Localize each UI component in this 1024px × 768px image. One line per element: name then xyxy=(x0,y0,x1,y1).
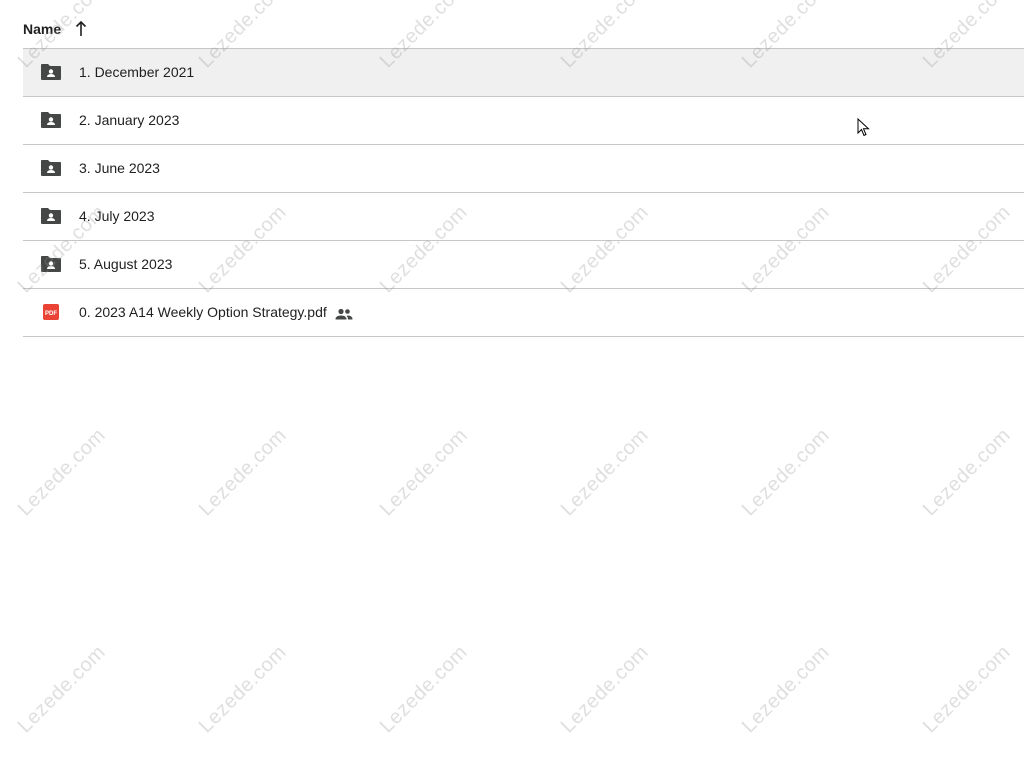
list-item[interactable]: 4. July 2023 xyxy=(23,192,1024,240)
item-name: 5. August 2023 xyxy=(79,256,173,272)
list-item[interactable]: 5. August 2023 xyxy=(23,240,1024,288)
shared-folder-icon xyxy=(40,111,62,129)
arrow-up-icon[interactable] xyxy=(75,20,87,37)
item-name-text: 0. 2023 A14 Weekly Option Strategy.pdf xyxy=(79,304,327,320)
name-column-label: Name xyxy=(23,21,62,37)
shared-folder-icon xyxy=(40,63,62,81)
watermark-text: Lezede.com xyxy=(375,424,472,521)
watermark-text: Lezede.com xyxy=(556,424,653,521)
shared-folder-icon xyxy=(40,159,62,177)
name-column-header[interactable]: Name xyxy=(23,14,87,44)
item-name: 0. 2023 A14 Weekly Option Strategy.pdf xyxy=(79,304,353,320)
list-item[interactable]: PDF 0. 2023 A14 Weekly Option Strategy.p… xyxy=(23,288,1024,337)
watermark-text: Lezede.com xyxy=(918,424,1015,521)
pdf-file-icon: PDF xyxy=(40,303,62,321)
shared-folder-icon xyxy=(40,255,62,273)
watermark-text: Lezede.com xyxy=(194,424,291,521)
people-icon xyxy=(335,307,353,320)
item-name: 4. July 2023 xyxy=(79,208,155,224)
svg-text:PDF: PDF xyxy=(45,311,57,317)
list-item[interactable]: 1. December 2021 xyxy=(23,48,1024,96)
watermark-text: Lezede.com xyxy=(556,641,653,738)
watermark-text: Lezede.com xyxy=(13,424,110,521)
watermark-text: Lezede.com xyxy=(13,641,110,738)
watermark-text: Lezede.com xyxy=(737,424,834,521)
list-item[interactable]: 2. January 2023 xyxy=(23,96,1024,144)
item-name: 3. June 2023 xyxy=(79,160,160,176)
list-item[interactable]: 3. June 2023 xyxy=(23,144,1024,192)
watermark-text: Lezede.com xyxy=(918,641,1015,738)
item-name: 2. January 2023 xyxy=(79,112,180,128)
watermark-text: Lezede.com xyxy=(737,641,834,738)
file-list-page: Name 1. December 2021 2. January 2023 3.… xyxy=(0,0,1024,768)
watermark-text: Lezede.com xyxy=(375,641,472,738)
file-list: 1. December 2021 2. January 2023 3. June… xyxy=(23,48,1024,337)
shared-folder-icon xyxy=(40,207,62,225)
watermark-text: Lezede.com xyxy=(194,641,291,738)
item-name: 1. December 2021 xyxy=(79,64,195,80)
